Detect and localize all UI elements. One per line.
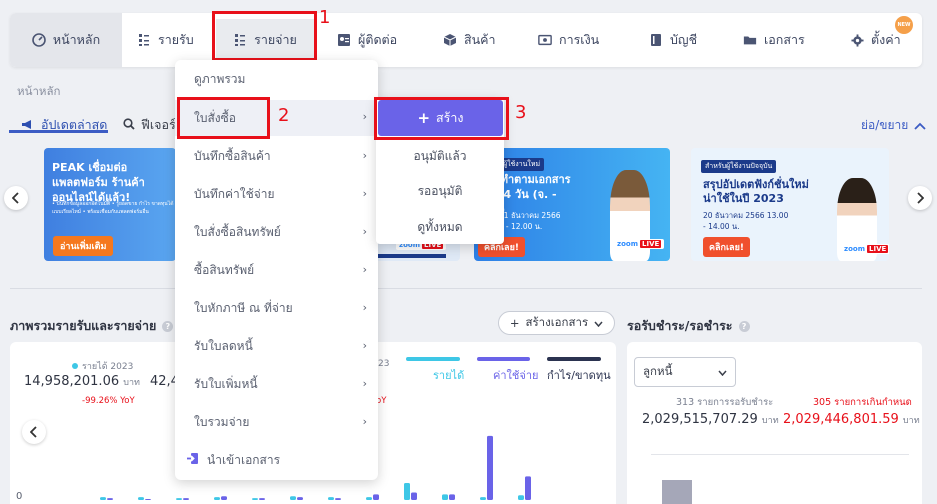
bar-income-3 xyxy=(214,497,220,500)
chevron-right-icon: › xyxy=(362,110,367,123)
pending-value: 2,029,515,707.29 บาท xyxy=(642,412,779,427)
receivable-bar xyxy=(662,480,692,504)
annotation-number-3: 3 xyxy=(515,102,527,123)
menu-item-combined-payment[interactable]: ใบรวมจ่าย › xyxy=(175,405,378,439)
menu-item-buy-asset[interactable]: ซื้อสินทรัพย์ › xyxy=(175,253,378,287)
chevron-down-icon xyxy=(718,365,727,379)
bar-expense-9 xyxy=(449,494,455,500)
chevron-right-icon: › xyxy=(362,225,367,238)
bar-expense-8 xyxy=(411,492,417,500)
menu-item-purchase-goods[interactable]: บันทึกซื้อสินค้า › xyxy=(175,139,378,173)
bar-income-11 xyxy=(518,495,524,500)
bar-income-1 xyxy=(138,497,144,500)
bar-expense-11 xyxy=(525,476,531,500)
bar-income-2 xyxy=(176,498,182,500)
receivable-gridline xyxy=(651,454,909,455)
menu-item-asset-po[interactable]: ใบสั่งซื้อสินทรัพย์ › xyxy=(175,215,378,249)
menu-item-debit-note[interactable]: รับใบเพิ่มหนี้ › xyxy=(175,367,378,401)
chevron-right-icon: › xyxy=(362,415,367,428)
bar-expense-4 xyxy=(259,498,265,500)
bar-expense-10 xyxy=(487,435,493,500)
submenu-view-all[interactable]: ดูทั้งหมด xyxy=(376,218,504,237)
bar-expense-5 xyxy=(297,497,303,500)
bar-expense-1 xyxy=(145,499,151,500)
chevron-right-icon: › xyxy=(362,263,367,276)
bar-income-5 xyxy=(290,496,296,500)
bar-income-0 xyxy=(100,497,106,500)
menu-item-withholding-tax[interactable]: ใบหักภาษี ณ ที่จ่าย › xyxy=(175,291,378,325)
bar-expense-7 xyxy=(373,494,379,500)
annotation-number-2: 2 xyxy=(278,105,290,126)
annotation-box-2 xyxy=(177,97,270,139)
menu-item-overview[interactable]: ดูภาพรวม xyxy=(175,62,378,96)
overdue-caption: 305 รายการเกินกำหนด xyxy=(813,397,912,408)
annotation-box-3 xyxy=(374,97,509,140)
bar-income-9 xyxy=(442,494,448,500)
chevron-right-icon: › xyxy=(362,301,367,314)
import-icon xyxy=(187,452,199,468)
overdue-value: 2,029,446,801.59 บาท xyxy=(783,412,920,427)
bar-income-10 xyxy=(480,497,486,500)
bar-expense-3 xyxy=(221,496,227,500)
submenu-approved[interactable]: อนุมัติแล้ว xyxy=(376,147,504,166)
chevron-right-icon: › xyxy=(362,339,367,352)
bar-income-6 xyxy=(328,497,334,500)
pending-caption: 313 รายการรอรับชำระ xyxy=(676,397,774,408)
menu-item-import[interactable]: นำเข้าเอกสาร xyxy=(175,443,378,477)
bar-income-8 xyxy=(404,483,410,500)
bar-income-7 xyxy=(366,497,372,500)
bar-income-4 xyxy=(252,498,258,500)
bar-expense-2 xyxy=(183,498,189,500)
chevron-right-icon: › xyxy=(362,149,367,162)
submenu-pending-approval[interactable]: รออนุมัติ xyxy=(376,182,504,201)
chevron-right-icon: › xyxy=(362,377,367,390)
bar-expense-6 xyxy=(335,498,341,500)
bar-expense-0 xyxy=(107,498,113,500)
menu-item-expense-record[interactable]: บันทึกค่าใช้จ่าย › xyxy=(175,177,378,211)
debtor-select[interactable]: ลูกหนี้ xyxy=(634,357,736,387)
chevron-right-icon: › xyxy=(362,187,367,200)
menu-item-credit-note[interactable]: รับใบลดหนี้ › xyxy=(175,329,378,363)
